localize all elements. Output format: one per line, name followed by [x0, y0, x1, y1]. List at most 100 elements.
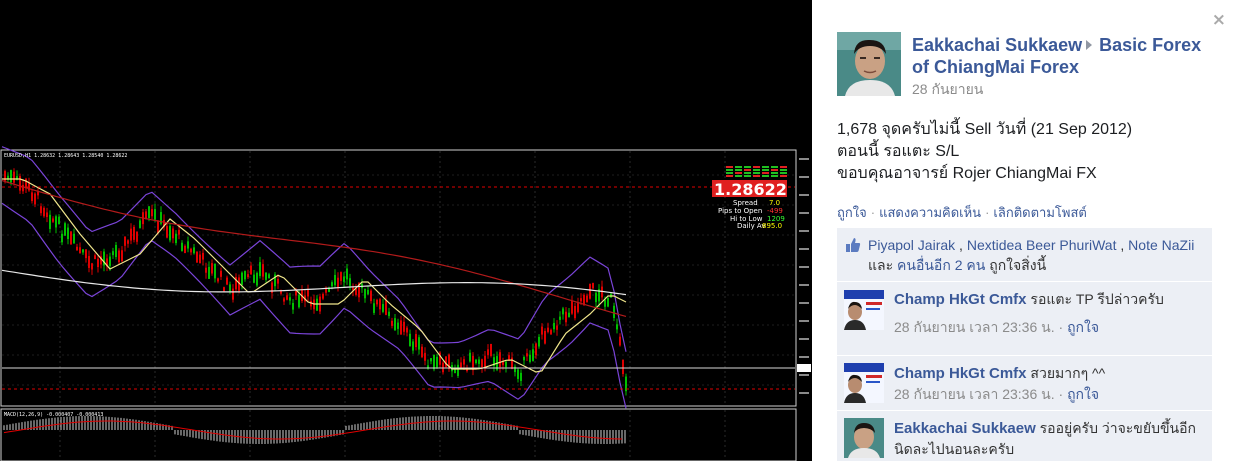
- commenter-name-link[interactable]: Eakkachai Sukkaew: [894, 420, 1036, 437]
- commenter-name-link[interactable]: Champ HkGt Cmfx: [894, 365, 1027, 382]
- candle-body: [550, 329, 552, 335]
- candle-body: [409, 333, 411, 347]
- signal-cell: [735, 169, 742, 171]
- candle-body: [475, 359, 477, 364]
- signal-cell: [771, 169, 778, 171]
- candle-body: [514, 366, 516, 373]
- candle-body: [403, 321, 405, 332]
- candle-body: [529, 354, 531, 362]
- comment-like-link[interactable]: ถูกใจ: [1067, 386, 1099, 402]
- comment-item: Champ HkGt Cmfx รอแตะ TP รีปล่าวครับ 28 …: [837, 281, 1212, 355]
- candle-body: [94, 255, 96, 260]
- like-link[interactable]: ถูกใจ: [837, 205, 867, 220]
- price-axis-marker: [797, 364, 811, 372]
- others-link[interactable]: คนอื่นอีก 2 คน: [897, 257, 985, 273]
- candle-body: [415, 334, 417, 348]
- price-axis-tick: [799, 374, 809, 376]
- candle-body: [499, 352, 501, 368]
- candle-body: [430, 358, 432, 362]
- candle-body: [568, 312, 570, 317]
- candle-body: [187, 241, 189, 249]
- candle-body: [391, 320, 393, 326]
- candle-body: [298, 295, 300, 308]
- candle-body: [22, 184, 24, 192]
- liker-link[interactable]: Piyapol Jairak: [868, 237, 955, 253]
- candle-body: [58, 216, 60, 225]
- candle-body: [181, 242, 183, 252]
- candle-body: [175, 233, 177, 244]
- candle-body: [253, 274, 255, 283]
- candle-body: [73, 233, 75, 244]
- price-axis-tick: [799, 356, 809, 358]
- candle-body: [139, 220, 141, 229]
- photo-viewer[interactable]: EURUSD,H1 1.28632 1.28643 1.28540 1.2862…: [0, 0, 812, 461]
- candle-body: [79, 247, 81, 254]
- signal-cell: [744, 175, 751, 177]
- likes-summary: Piyapol Jairak , Nextidea Beer PhuriWat …: [837, 228, 1212, 282]
- candle-body: [379, 299, 381, 310]
- price-axis-tick: [799, 302, 809, 304]
- price-axis-tick: [799, 338, 809, 340]
- separator-dot: ·: [870, 205, 876, 220]
- candle-body: [565, 311, 567, 323]
- comment-time[interactable]: 28 กันยายน เวลา 23:36 น.: [894, 386, 1055, 402]
- liker-link[interactable]: Note NaZii: [1128, 237, 1194, 253]
- candle-body: [31, 192, 33, 202]
- candle-body: [619, 336, 621, 346]
- price-axis-tick: [799, 176, 809, 178]
- candle-body: [544, 330, 546, 344]
- candle-body: [19, 176, 21, 191]
- commenter-avatar[interactable]: [844, 290, 884, 330]
- signal-cell: [726, 175, 733, 177]
- candle-body: [217, 278, 219, 282]
- commenter-name-link[interactable]: Champ HkGt Cmfx: [894, 291, 1027, 308]
- candle-body: [418, 337, 420, 350]
- candle-body: [211, 263, 213, 274]
- candle-body: [184, 245, 186, 254]
- candle-body: [262, 264, 264, 277]
- price-axis-tick: [799, 266, 809, 268]
- signal-cell: [780, 172, 787, 174]
- candle-body: [133, 226, 135, 240]
- candle-body: [613, 305, 615, 318]
- candle-body: [55, 216, 57, 228]
- commenter-avatar[interactable]: [844, 418, 884, 458]
- macd-label: MACD(12,26,9) -0.000407 -0.000413: [4, 412, 103, 418]
- candle-body: [10, 170, 12, 183]
- comment-link[interactable]: แสดงความคิดเห็น: [879, 205, 981, 220]
- candle-body: [538, 336, 540, 347]
- comment-time[interactable]: 28 กันยายน เวลา 23:36 น.: [894, 319, 1055, 335]
- post-actions: ถูกใจ · แสดงความคิดเห็น · เลิกติดตามโพสต์: [837, 202, 1087, 223]
- candle-body: [322, 293, 324, 299]
- candle-body: [136, 231, 138, 242]
- signal-cell: [726, 166, 733, 168]
- author-avatar[interactable]: [837, 32, 901, 96]
- candle-body: [121, 250, 123, 262]
- candle-body: [220, 270, 222, 277]
- candle-body: [88, 256, 90, 268]
- likes-suffix: ถูกใจสิ่งนี้: [989, 257, 1047, 273]
- signal-cell: [726, 169, 733, 171]
- close-icon[interactable]: ×: [1212, 10, 1226, 30]
- commenter-avatar[interactable]: [844, 363, 884, 403]
- liker-link[interactable]: Nextidea Beer PhuriWat: [967, 237, 1117, 253]
- signal-cell: [753, 166, 760, 168]
- author-name-link[interactable]: Eakkachai Sukkaew: [912, 35, 1082, 55]
- candle-body: [295, 290, 297, 296]
- signal-cell: [735, 175, 742, 177]
- post-message: 1,678 จุดครับไม่นี้ Sell วันที่ (21 Sep …: [837, 119, 1217, 185]
- signal-cell: [780, 175, 787, 177]
- comment-like-link[interactable]: ถูกใจ: [1067, 319, 1099, 335]
- unfollow-link[interactable]: เลิกติดตามโพสต์: [993, 205, 1086, 220]
- candle-body: [526, 353, 528, 357]
- candle-body: [226, 277, 228, 285]
- candle-body: [250, 265, 252, 275]
- post-date[interactable]: 28 กันยายน: [912, 79, 1212, 101]
- candle-body: [148, 206, 150, 218]
- signal-cell: [753, 175, 760, 177]
- candle-body: [115, 244, 117, 257]
- candle-body: [469, 352, 471, 362]
- price-axis-tick: [799, 392, 809, 394]
- candle-body: [553, 322, 555, 330]
- candle-body: [586, 295, 588, 302]
